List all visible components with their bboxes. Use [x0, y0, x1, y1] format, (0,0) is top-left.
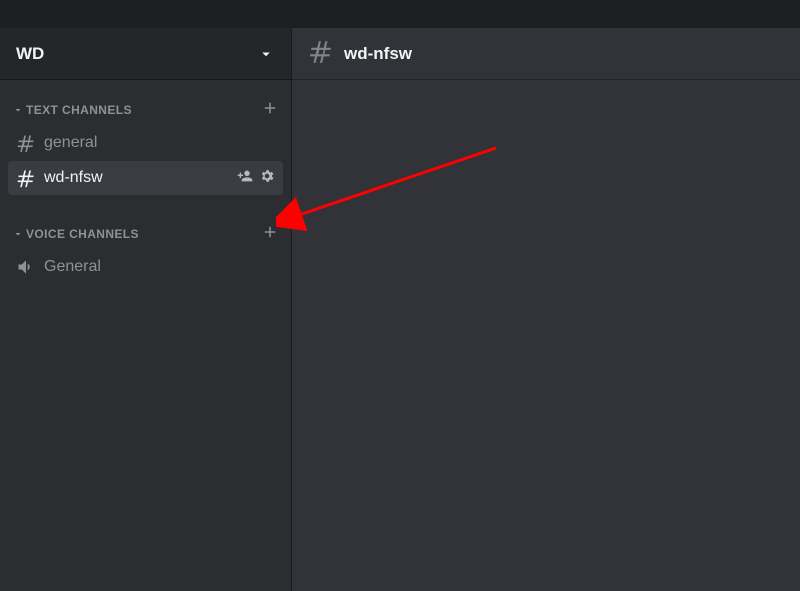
add-channel-button[interactable] — [261, 223, 279, 246]
category-label: TEXT CHANNELS — [26, 103, 132, 117]
plus-icon — [261, 223, 279, 241]
chevron-down-icon — [12, 104, 24, 116]
spacer — [0, 196, 291, 222]
category-text-channels[interactable]: TEXT CHANNELS — [0, 98, 291, 122]
channel-hover-actions — [237, 168, 275, 189]
channel-list: TEXT CHANNELS general wd-n — [0, 80, 291, 591]
messages-area — [292, 80, 800, 591]
plus-icon — [261, 99, 279, 117]
annotation-arrow — [276, 130, 516, 250]
invite-button[interactable] — [237, 168, 253, 189]
app-window: WD TEXT CHANNELS — [0, 0, 800, 591]
title-bar — [0, 0, 800, 28]
hash-icon — [16, 168, 36, 188]
channel-name: General — [44, 258, 275, 276]
main-panel: wd-nfsw — [292, 28, 800, 591]
category-toggle: TEXT CHANNELS — [12, 103, 132, 117]
person-plus-icon — [237, 168, 253, 184]
channel-name: general — [44, 134, 275, 152]
text-channel-general[interactable]: general — [8, 126, 283, 160]
server-header[interactable]: WD — [0, 28, 291, 80]
chevron-down-icon — [12, 228, 24, 240]
app-body: WD TEXT CHANNELS — [0, 28, 800, 591]
channel-header: wd-nfsw — [292, 28, 800, 80]
text-channel-wd-nfsw[interactable]: wd-nfsw — [8, 161, 283, 195]
add-channel-button[interactable] — [261, 99, 279, 122]
category-toggle: VOICE CHANNELS — [12, 227, 139, 241]
gear-icon — [259, 168, 275, 184]
channel-settings-button[interactable] — [259, 168, 275, 189]
channel-sidebar: WD TEXT CHANNELS — [0, 28, 292, 591]
category-label: VOICE CHANNELS — [26, 227, 139, 241]
hash-icon — [16, 133, 36, 153]
category-voice-channels[interactable]: VOICE CHANNELS — [0, 222, 291, 246]
speaker-icon — [16, 257, 36, 277]
server-name: WD — [16, 44, 44, 64]
channel-name: wd-nfsw — [44, 169, 237, 187]
hash-icon — [308, 38, 334, 69]
voice-channel-general[interactable]: General — [8, 250, 283, 284]
current-channel-name: wd-nfsw — [344, 44, 412, 64]
chevron-down-icon — [257, 45, 275, 63]
